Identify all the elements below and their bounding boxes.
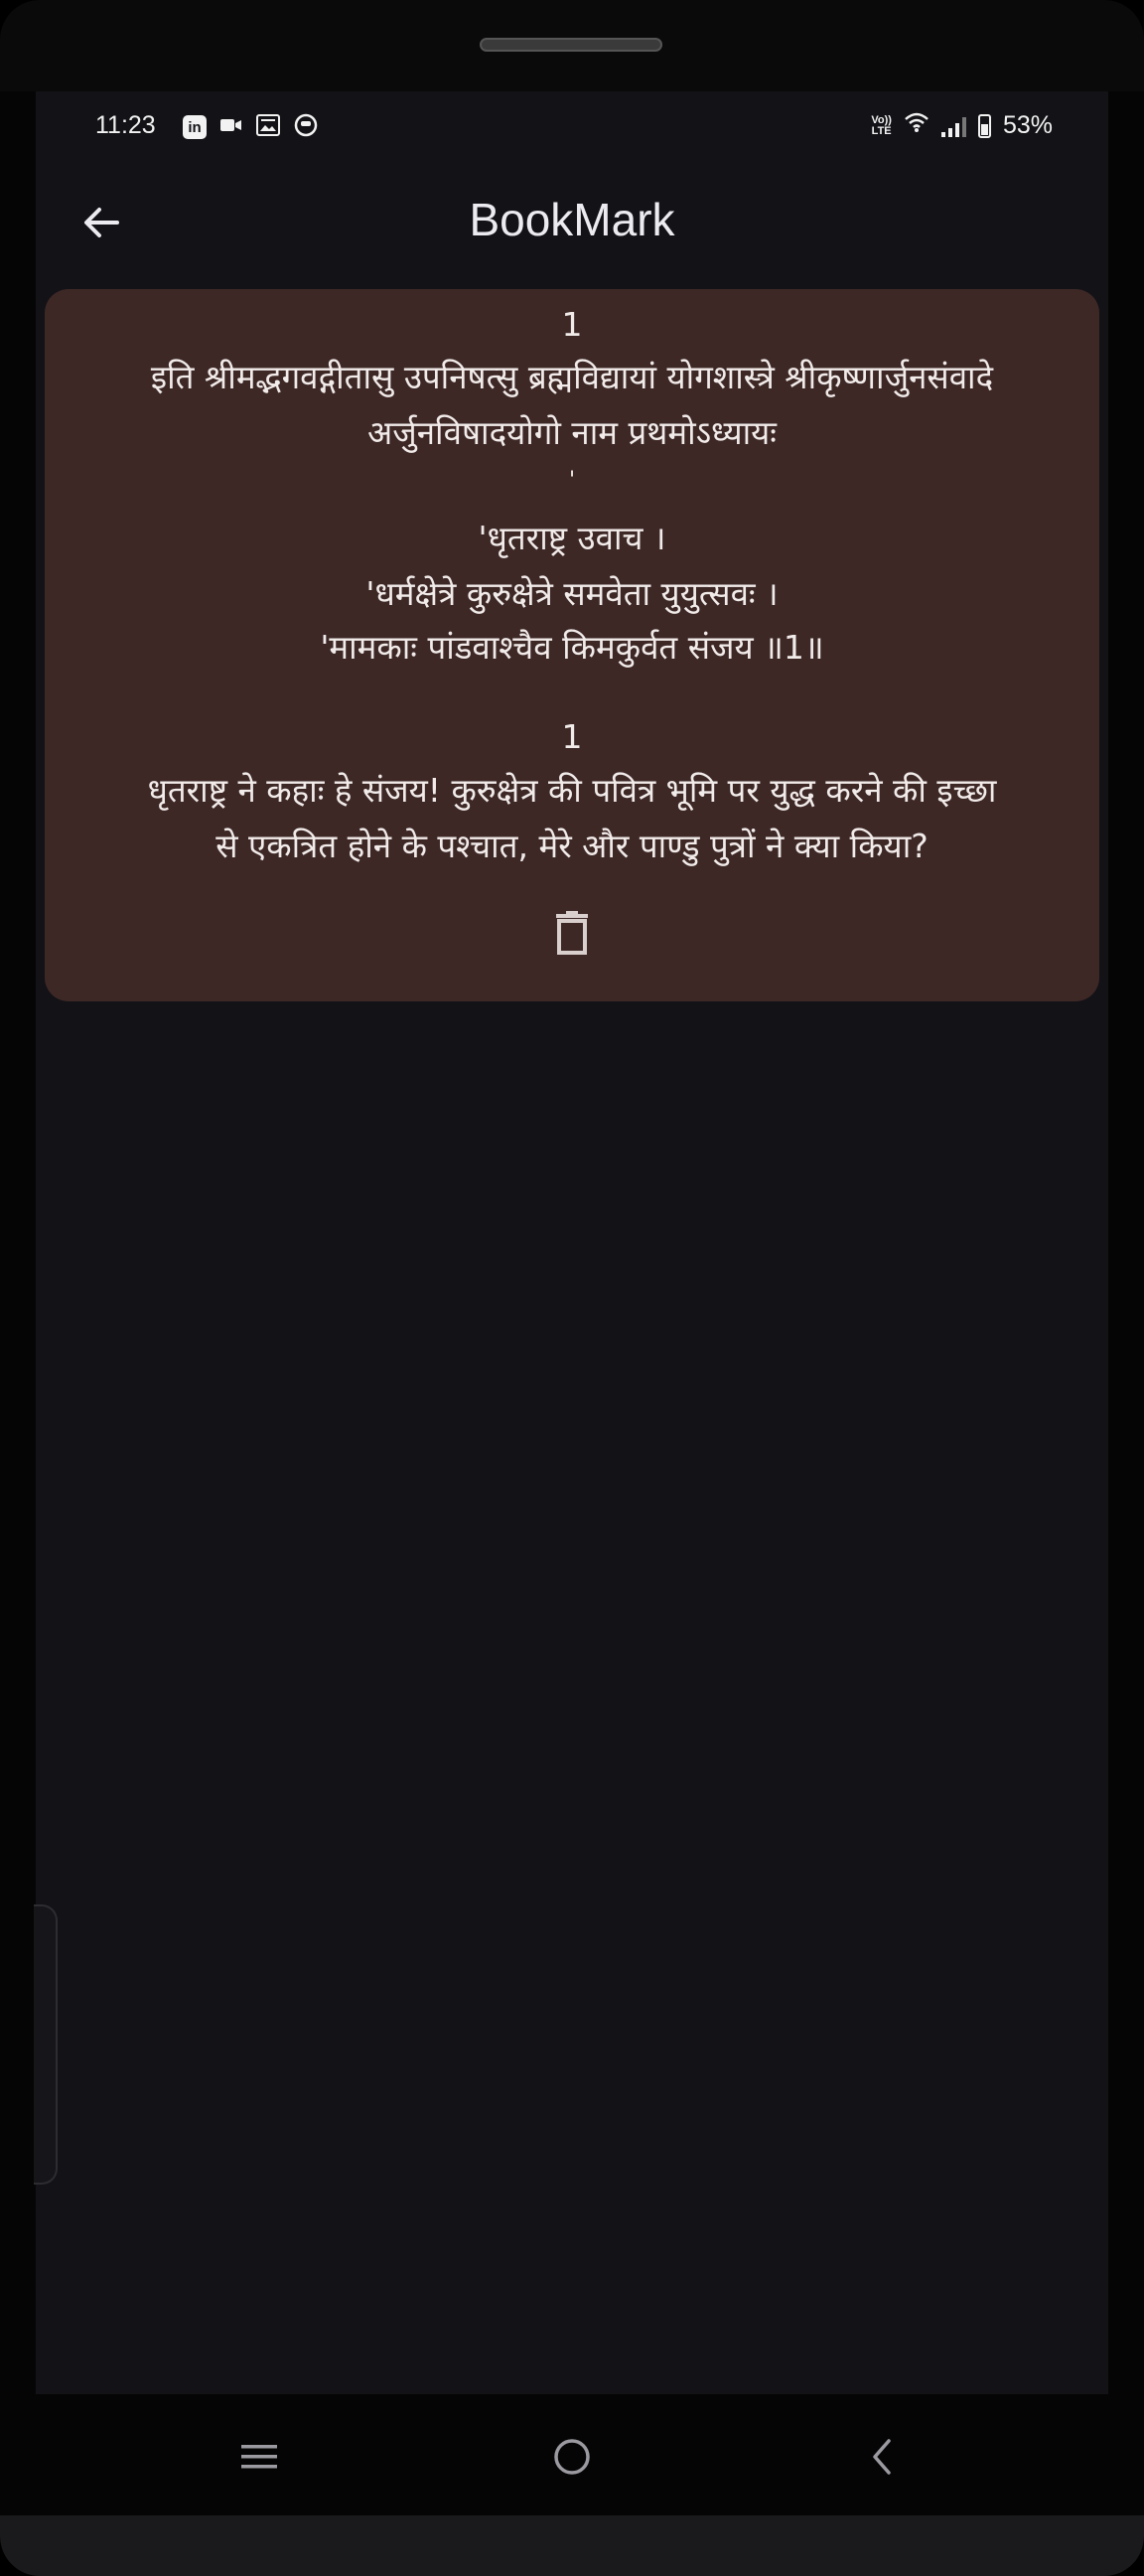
- shloka-line-1: 'धृतराष्ट्र उवाच ।: [478, 519, 666, 557]
- shloka-line-2: 'धर्मक्षेत्रे कुरुक्षेत्रे समवेता युयुत्…: [365, 574, 779, 613]
- status-notification-icons: in: [183, 113, 318, 141]
- phone-frame: 11:23 in Vo)) LTE 53% BookMark 1 इति श्र…: [0, 0, 1144, 2576]
- nav-back-button[interactable]: [847, 2422, 917, 2492]
- system-nav-bar: [0, 2394, 1144, 2515]
- chapter-colophon-line-1: इति श्रीमद्भगवद्गीतासु उपनिषत्सु ब्रह्मव…: [150, 358, 994, 396]
- speaker-grille: [480, 38, 662, 52]
- bottom-bezel: [0, 2515, 1144, 2576]
- linkedin-icon: in: [183, 115, 207, 139]
- chapter-colophon-line-2: अर्जुनविषादयोगो नाम प्रथमोऽध्यायः: [367, 413, 777, 452]
- top-bezel: [0, 0, 1144, 91]
- shloka-line-3: 'मामकाः पांडवाश्चैव किमकुर्वत संजय ॥1॥: [320, 628, 824, 667]
- menu-lines-icon: [241, 2445, 277, 2469]
- battery-icon: [977, 113, 991, 138]
- meaning-line-1: धृतराष्ट्र ने कहाः हे संजय! कुरुक्षेत्र …: [147, 771, 997, 810]
- separator-mark: ': [568, 468, 576, 493]
- lte-label: LTE: [871, 124, 892, 137]
- meaning-line-2: से एकत्रित होने के पश्चात, मेरे और पाण्ड…: [215, 827, 929, 865]
- volte-indicator: Vo)) LTE: [871, 113, 892, 137]
- home-circle-icon: [554, 2439, 590, 2475]
- wifi-icon: [904, 111, 930, 140]
- meaning-number: 1: [561, 717, 583, 756]
- video-icon: [220, 117, 242, 137]
- app-screen: 11:23 in Vo)) LTE 53% BookMark 1 इति श्र…: [34, 91, 1108, 2394]
- page-title: BookMark: [469, 194, 675, 245]
- recents-button[interactable]: [224, 2422, 294, 2492]
- side-panel-handle[interactable]: [34, 1904, 58, 2185]
- delete-bookmark-button[interactable]: [544, 905, 600, 961]
- verse-number: 1: [561, 305, 583, 344]
- status-system-icons: Vo)) LTE 53%: [871, 111, 1053, 140]
- home-button[interactable]: [537, 2422, 607, 2492]
- chevron-left-icon: [873, 2439, 891, 2475]
- notification-icon: [294, 113, 318, 141]
- app-bar: BookMark: [36, 163, 1108, 282]
- bookmark-card[interactable]: 1 इति श्रीमद्भगवद्गीतासु उपनिषत्सु ब्रह्…: [45, 289, 1099, 1001]
- volte-label: Vo)): [871, 113, 892, 126]
- signal-icon: [940, 115, 966, 137]
- status-bar: 11:23 in Vo)) LTE 53%: [36, 91, 1108, 163]
- status-time: 11:23: [95, 111, 156, 139]
- trash-icon: [556, 911, 588, 955]
- gallery-icon: [256, 114, 280, 140]
- battery-percent: 53%: [1002, 111, 1053, 139]
